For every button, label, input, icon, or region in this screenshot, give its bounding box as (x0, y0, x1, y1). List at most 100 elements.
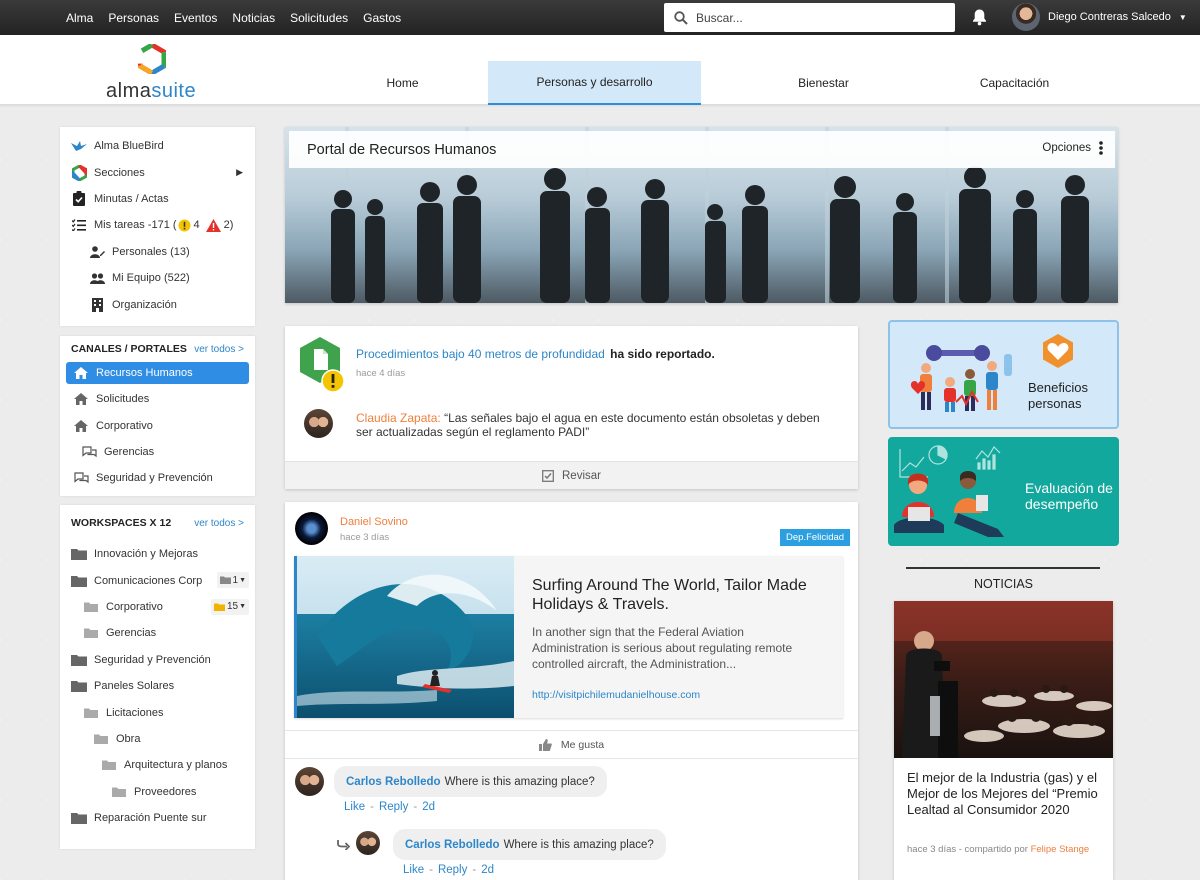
folder-count-badge[interactable]: 1 ▼ (216, 572, 249, 589)
app-header: almasuite Home Personas y desarrollo Bie… (0, 35, 1200, 105)
home-icon (74, 367, 88, 379)
report-time: hace 4 días (356, 368, 406, 379)
almasuite-logo[interactable]: almasuite (106, 41, 198, 102)
portal-title-bar: Portal de Recursos Humanos Opciones (289, 131, 1115, 168)
home-icon (74, 419, 88, 432)
sidebar-item-minutas[interactable]: Minutas / Actas (60, 186, 255, 212)
sidebar-main: Alma BlueBird Secciones ▶ Minutas / Acta… (60, 127, 255, 326)
folder-count-badge[interactable]: 15 ▼ (210, 598, 249, 615)
sidebar-item-bluebird[interactable]: Alma BlueBird (60, 133, 255, 159)
report-comment: Claudia Zapata: “Las señales bajo el agu… (356, 411, 820, 439)
avatar (356, 831, 380, 855)
report-document-link[interactable]: Procedimientos bajo 40 metros de profund… (356, 347, 605, 361)
evaluation-widget[interactable]: Evaluación de desempeño (888, 437, 1119, 546)
comment-reply-link[interactable]: Reply (438, 864, 467, 876)
search-input[interactable] (696, 10, 936, 25)
sidebar-item-organizacion[interactable]: Organización (60, 291, 255, 317)
sidebar-item-mi-equipo[interactable]: Mi Equipo (522) (60, 265, 255, 291)
sidebar-item-personales[interactable]: Personales (13) (60, 239, 255, 265)
top-nav-noticias[interactable]: Noticias (232, 11, 275, 25)
channel-gerencias[interactable]: Gerencias (60, 439, 255, 465)
preview-url[interactable]: http://visitpichilemudanielhouse.com (532, 689, 700, 701)
post-card: Daniel Sovino hace 3 días Dep.Felicidad … (285, 502, 858, 880)
report-headline: Procedimientos bajo 40 metros de profund… (356, 347, 715, 361)
post-time: hace 3 días (340, 532, 390, 543)
team-icon (89, 273, 105, 284)
post-author[interactable]: Daniel Sovino (340, 516, 408, 528)
comment-author[interactable]: Carlos Rebolledo (405, 839, 500, 851)
commenter-name[interactable]: Claudia Zapata: (356, 411, 441, 425)
folder-icon (71, 575, 87, 587)
review-button[interactable]: Revisar (285, 461, 858, 489)
user-menu[interactable]: Diego Contreras Salcedo ▼ (1012, 3, 1187, 31)
benefits-widget[interactable]: Beneficios personas (888, 320, 1119, 429)
top-nav-personas[interactable]: Personas (108, 11, 159, 25)
workspace-reparacion[interactable]: Reparación Puente sur (60, 805, 255, 831)
chevron-down-icon: ▼ (239, 603, 246, 611)
like-button[interactable]: Me gusta (285, 730, 858, 759)
folder-icon (219, 576, 231, 585)
thumbs-up-icon (538, 738, 552, 751)
top-nav-solicitudes[interactable]: Solicitudes (290, 11, 348, 25)
folder-icon (94, 734, 108, 744)
workspace-licitaciones[interactable]: Licitaciones (60, 699, 255, 725)
comment-like-link[interactable]: Like (403, 864, 424, 876)
checkbox-icon (542, 469, 554, 482)
workspace-comunicaciones[interactable]: Comunicaciones Corp 1 ▼ (60, 567, 255, 593)
folder-icon (71, 654, 87, 666)
sidebar-item-secciones[interactable]: Secciones ▶ (60, 159, 255, 185)
channel-solicitudes[interactable]: Solicitudes (60, 386, 255, 412)
channel-recursos-humanos[interactable]: Recursos Humanos (66, 362, 249, 384)
tab-capacitacion[interactable]: Capacitación (946, 61, 1083, 105)
more-vertical-icon (1099, 141, 1103, 155)
notification-bell-icon[interactable] (971, 8, 988, 26)
workspace-gerencias[interactable]: Gerencias (60, 620, 255, 646)
news-author-link[interactable]: Felipe Stange (1031, 844, 1090, 855)
tab-home[interactable]: Home (317, 61, 488, 105)
preview-title[interactable]: Surfing Around The World, Tailor Made Ho… (532, 576, 832, 614)
link-preview[interactable]: Surfing Around The World, Tailor Made Ho… (294, 556, 843, 718)
workspace-corporativo[interactable]: Corporativo 15 ▼ (60, 594, 255, 620)
folder-icon (84, 628, 98, 639)
task-list-icon (72, 219, 86, 232)
workspace-arquitectura[interactable]: Arquitectura y planos (60, 752, 255, 778)
tab-personas-desarrollo[interactable]: Personas y desarrollo (488, 61, 701, 105)
workspace-obra[interactable]: Obra (60, 726, 255, 752)
workspace-innovacion[interactable]: Innovación y Mejoras (60, 541, 255, 567)
folder-icon (71, 813, 87, 825)
workspace-proveedores[interactable]: Proveedores (60, 779, 255, 805)
comment-actions: Like - Reply -2d (403, 864, 494, 876)
folder-icon (84, 602, 98, 612)
comment-reply-link[interactable]: Reply (379, 801, 408, 813)
channel-corporativo[interactable]: Corporativo (60, 412, 255, 438)
workspace-seguridad[interactable]: Seguridad y Prevención (60, 647, 255, 673)
home-icon (74, 393, 88, 406)
tab-bienestar[interactable]: Bienestar (701, 61, 946, 105)
sidebar-item-mis-tareas[interactable]: Mis tareas -171 ( 4 2) (60, 212, 255, 238)
comment-actions: Like - Reply -2d (344, 801, 435, 813)
building-icon (91, 297, 103, 312)
sidebar-channels: CANALES / PORTALES ver todos > Recursos … (60, 336, 255, 496)
channels-view-all-link[interactable]: ver todos > (194, 344, 244, 355)
top-nav: Alma Personas Eventos Noticias Solicitud… (66, 11, 416, 25)
top-nav-gastos[interactable]: Gastos (363, 11, 401, 25)
news-title[interactable]: El mejor de la Industria (gas) y el Mejo… (907, 770, 1103, 818)
channel-seguridad[interactable]: Seguridad y Prevención (60, 465, 255, 491)
avatar (304, 409, 333, 438)
preview-excerpt: In another sign that the Federal Aviatio… (532, 625, 793, 671)
portal-options-button[interactable]: Opciones (1042, 141, 1103, 155)
comment-author[interactable]: Carlos Rebolledo (346, 776, 441, 788)
search-box[interactable] (664, 3, 955, 32)
top-bar: Alma Personas Eventos Noticias Solicitud… (0, 0, 1200, 35)
reply-arrow-icon (337, 840, 350, 850)
top-nav-alma[interactable]: Alma (66, 11, 93, 25)
folder-open-icon (213, 603, 225, 611)
top-nav-eventos[interactable]: Eventos (174, 11, 217, 25)
department-tag[interactable]: Dep.Felicidad (780, 529, 851, 546)
workspace-paneles[interactable]: Paneles Solares (60, 673, 255, 699)
comment-like-link[interactable]: Like (344, 801, 365, 813)
news-card[interactable]: El mejor de la Industria (gas) y el Mejo… (894, 601, 1113, 880)
workspaces-view-all-link[interactable]: ver todos > (194, 518, 244, 529)
avatar (295, 512, 328, 545)
chevron-right-icon: ▶ (236, 167, 243, 178)
